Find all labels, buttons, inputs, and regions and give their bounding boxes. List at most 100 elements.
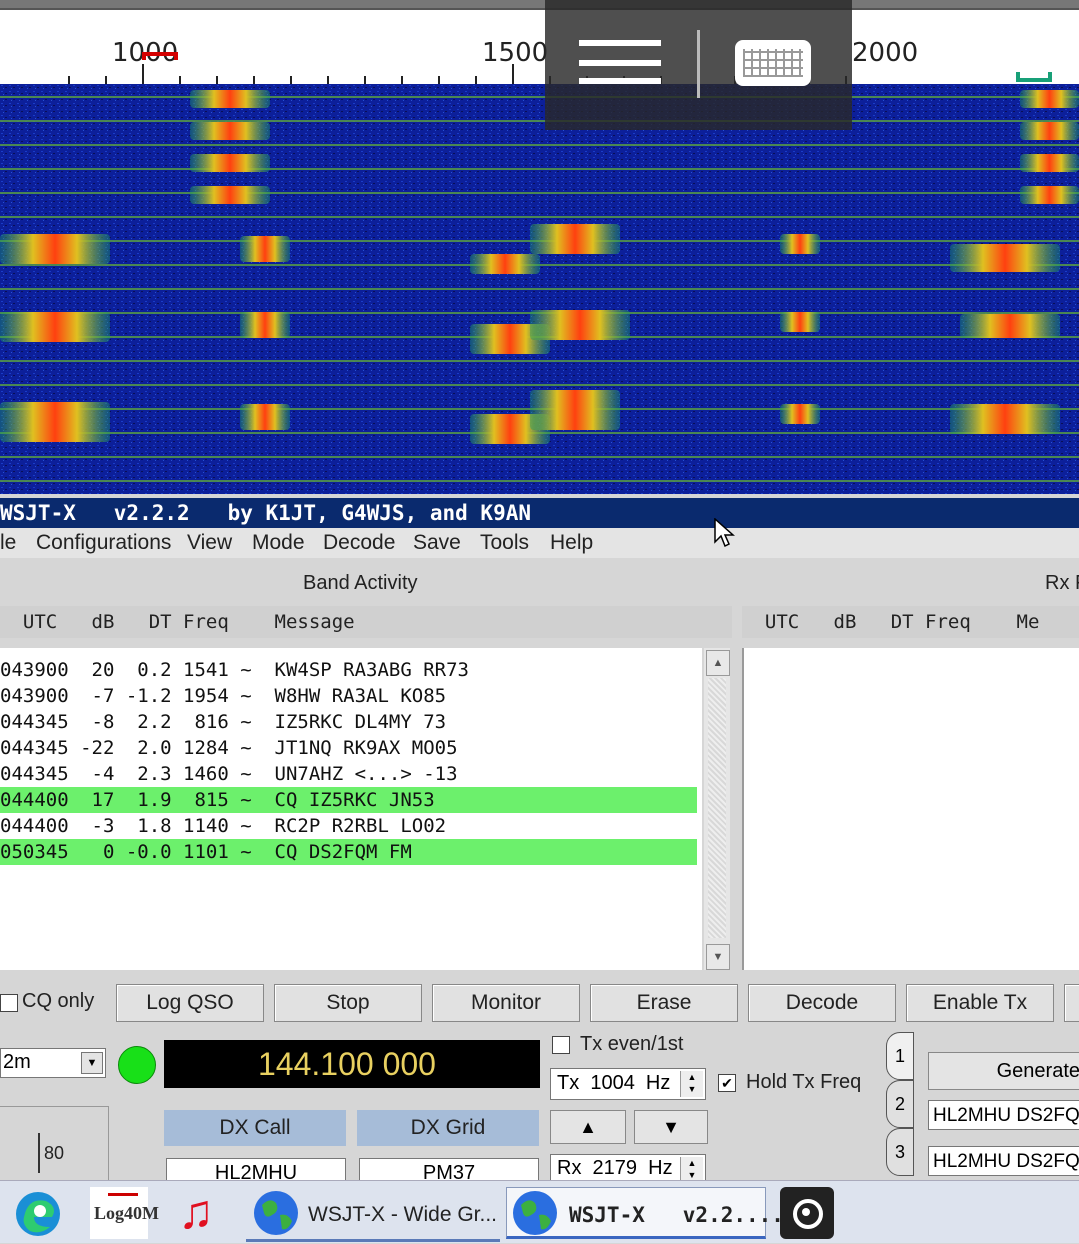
menu-help[interactable]: Help <box>550 528 593 558</box>
menu-mode[interactable]: Mode <box>252 528 305 558</box>
halt-tx-button[interactable] <box>1064 984 1079 1022</box>
cq-only-label: CQ only <box>22 990 95 1012</box>
freq-label-2000: 2000 <box>852 38 919 68</box>
band-activity-title: Band Activity <box>303 572 418 594</box>
scroll-up-icon[interactable]: ▲ <box>706 650 730 676</box>
waterfall-signal <box>950 404 1060 434</box>
frequency-value: 144.100 000 <box>258 1046 436 1082</box>
waterfall-signal <box>190 186 270 204</box>
scroll-down-icon[interactable]: ▼ <box>706 944 730 970</box>
waterfall-signal <box>950 244 1060 272</box>
band-activity-column-header: UTC dB DT Freq Message <box>0 606 732 638</box>
chevron-down-icon[interactable]: ▼ <box>81 1052 103 1074</box>
spin-arrows-icon[interactable]: ▲ ▼ <box>680 1157 703 1181</box>
spin-arrows-icon[interactable]: ▲ ▼ <box>680 1071 703 1097</box>
menu-configurations[interactable]: Configurations <box>36 528 171 558</box>
tab-1[interactable]: 1 <box>886 1032 914 1080</box>
enable-tx-button[interactable]: Enable Tx <box>906 984 1054 1022</box>
table-row[interactable]: 043900 -7 -1.2 1954 ~ W8HW RA3AL KO85 <box>0 683 697 709</box>
tx-message-2-field[interactable]: HL2MHU DS2FQ <box>928 1146 1079 1176</box>
log40m-icon[interactable]: Log40M <box>90 1187 159 1239</box>
waterfall-signal <box>190 122 270 140</box>
scroll-track[interactable] <box>708 678 726 938</box>
table-row[interactable]: 044400 17 1.9 815 ~ CQ IZ5RKC JN53 <box>0 787 697 813</box>
waterfall-line <box>0 168 1079 170</box>
waterfall-signal <box>0 402 110 442</box>
window-title: WSJT-X v2.2.2 by K1JT, G4WJS, and K9AN <box>0 501 532 525</box>
taskbar-wsjtx-wide-graph[interactable]: WSJT-X - Wide Gr... <box>246 1187 500 1242</box>
generate-std-msgs-button[interactable]: Generate <box>928 1052 1079 1090</box>
arrow-up-button[interactable]: ▲ <box>550 1110 626 1144</box>
freq-label-1500: 1500 <box>482 38 549 68</box>
waterfall-line <box>0 288 1079 290</box>
table-row[interactable]: 044345 -8 2.2 816 ~ IZ5RKC DL4MY 73 <box>0 709 697 735</box>
band-select[interactable]: 2m ▼ <box>0 1048 106 1078</box>
arrow-down-button[interactable]: ▼ <box>634 1110 708 1144</box>
taskbar-wsjtx-main[interactable]: WSJT-X v2.2.... <box>506 1187 784 1239</box>
hamburger-icon[interactable] <box>579 40 661 88</box>
waterfall-signal <box>190 154 270 172</box>
rx-frequency-title: Rx F <box>1045 572 1079 594</box>
erase-button[interactable]: Erase <box>590 984 738 1022</box>
waterfall-line <box>0 96 1079 98</box>
menu-decode[interactable]: Decode <box>323 528 395 558</box>
remote-overlay-toolbar <box>545 0 852 130</box>
waterfall-signal <box>0 234 110 264</box>
hold-tx-freq-checkbox[interactable]: ✔ <box>718 1074 736 1092</box>
waterfall-signal <box>190 90 270 108</box>
dx-call-label: DX Call <box>164 1110 346 1146</box>
tx-even-checkbox[interactable] <box>552 1036 570 1054</box>
waterfall-signal <box>470 254 540 274</box>
band-activity-list[interactable]: 043900 20 0.2 1541 ~ KW4SP RA3ABG RR73 04… <box>0 648 702 970</box>
table-row[interactable]: 044400 -3 1.8 1140 ~ RC2P R2RBL LO02 <box>0 813 697 839</box>
camera-icon[interactable] <box>780 1187 834 1239</box>
tx-message-1-field[interactable]: HL2MHU DS2FQ <box>928 1100 1079 1130</box>
waterfall-line <box>0 144 1079 146</box>
signal-level-meter: 80 <box>0 1106 109 1182</box>
waterfall-signal <box>780 404 820 424</box>
scale-tick <box>142 64 144 86</box>
waterfall-line <box>0 216 1079 218</box>
menu-bar: le Configurations View Mode Decode Save … <box>0 528 1079 558</box>
edge-icon[interactable] <box>10 1187 66 1239</box>
table-row[interactable]: 044345 -22 2.0 1284 ~ JT1NQ RK9AX MO05 <box>0 735 697 761</box>
waterfall-signal <box>1020 154 1079 172</box>
menu-view[interactable]: View <box>187 528 232 558</box>
tx-freq-marker <box>1016 72 1052 82</box>
waterfall-spectrum[interactable] <box>0 84 1079 494</box>
waterfall-signal <box>240 236 290 262</box>
waterfall-line <box>0 480 1079 482</box>
rx-frequency-list[interactable] <box>742 648 1079 970</box>
rx-freq-value: Rx 2179 Hz <box>557 1157 673 1179</box>
music-icon[interactable]: ♫ <box>174 1186 230 1239</box>
tx-freq-value: Tx 1004 Hz <box>557 1072 671 1094</box>
table-row[interactable]: 043900 20 0.2 1541 ~ KW4SP RA3ABG RR73 <box>0 657 697 683</box>
rx-freq-marker <box>142 52 178 60</box>
tx-freq-spinbox[interactable]: Tx 1004 Hz ▲ ▼ <box>550 1068 706 1100</box>
cq-only-checkbox[interactable] <box>0 994 18 1012</box>
hold-tx-freq-label: Hold Tx Freq <box>746 1071 862 1093</box>
menu-save[interactable]: Save <box>413 528 461 558</box>
tab-3[interactable]: 3 <box>886 1128 914 1176</box>
rx-freq-spinbox[interactable]: Rx 2179 Hz ▲ ▼ <box>550 1154 706 1182</box>
waterfall-top-bar <box>0 0 1079 8</box>
menu-tools[interactable]: Tools <box>480 528 529 558</box>
log-qso-button[interactable]: Log QSO <box>116 984 264 1022</box>
tab-2[interactable]: 2 <box>886 1080 914 1128</box>
level-value: 80 <box>44 1143 65 1163</box>
menu-file[interactable]: le <box>0 528 16 558</box>
keyboard-icon[interactable] <box>735 40 811 86</box>
table-row[interactable]: 050345 0 -0.0 1101 ~ CQ DS2FQM FM <box>0 839 697 865</box>
monitor-button[interactable]: Monitor <box>432 984 580 1022</box>
taskbar-item-label: WSJT-X v2.2.... <box>569 1203 784 1227</box>
waterfall-line <box>0 360 1079 362</box>
band-activity-scrollbar[interactable]: ▲ ▼ <box>704 648 730 970</box>
decode-button[interactable]: Decode <box>748 984 896 1022</box>
stop-button[interactable]: Stop <box>274 984 422 1022</box>
frequency-scale[interactable]: 1000 1500 2000 <box>0 8 1079 86</box>
waterfall-line <box>0 192 1079 194</box>
table-row[interactable]: 044345 -4 2.3 1460 ~ UN7AHZ <...> -13 <box>0 761 697 787</box>
dx-grid-label: DX Grid <box>357 1110 539 1146</box>
waterfall-signal <box>1020 90 1079 108</box>
waterfall-signal <box>0 312 110 342</box>
